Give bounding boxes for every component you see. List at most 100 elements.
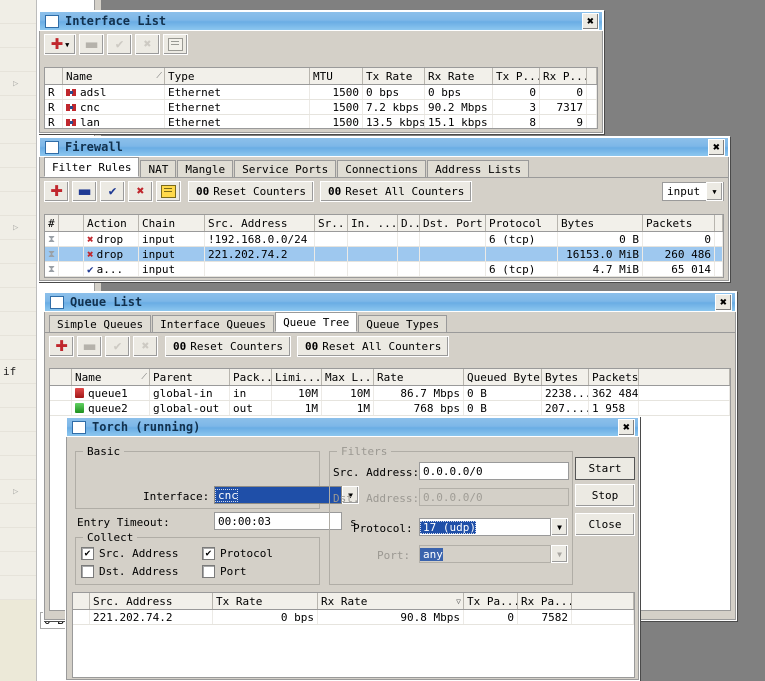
entry-timeout-input[interactable]: 00:00:03 bbox=[214, 512, 342, 530]
remove-interface-button[interactable]: ▬ bbox=[79, 34, 104, 55]
sidebar-item[interactable] bbox=[0, 192, 36, 216]
sidebar-item[interactable] bbox=[0, 120, 36, 144]
col-queued-bytes[interactable]: Queued Bytes bbox=[464, 369, 542, 385]
sidebar-item[interactable]: ▷ bbox=[0, 216, 36, 240]
collect-protocol-checkbox[interactable]: ✔ Protocol bbox=[202, 547, 273, 560]
collect-port-checkbox[interactable]: Port bbox=[202, 565, 247, 578]
sidebar-item[interactable] bbox=[0, 576, 36, 600]
disable-interface-button[interactable]: ✖ bbox=[135, 34, 160, 55]
sidebar-item[interactable] bbox=[0, 384, 36, 408]
col-rx-rate[interactable]: Rx Rate bbox=[425, 68, 493, 84]
comment-interface-button[interactable] bbox=[163, 34, 188, 55]
sidebar-item[interactable] bbox=[0, 408, 36, 432]
enable-rule-button[interactable]: ✔ bbox=[100, 181, 125, 202]
table-row[interactable]: ⧗ ✔ a... input 6 (tcp) 4.7 MiB 65 014 bbox=[45, 262, 723, 277]
firewall-titlebar[interactable]: Firewall ✖ bbox=[39, 137, 729, 157]
col-src-address[interactable]: Src. Address bbox=[205, 215, 315, 231]
col-rx-packets[interactable]: Rx P... bbox=[540, 68, 587, 84]
tab-connections[interactable]: Connections bbox=[337, 160, 427, 177]
col-dst-address[interactable]: D.. bbox=[398, 215, 420, 231]
sidebar-item[interactable] bbox=[0, 456, 36, 480]
col-rate[interactable]: Rate bbox=[374, 369, 464, 385]
close-icon[interactable]: ✖ bbox=[582, 12, 599, 30]
table-row[interactable]: queue2 global-out out 1M 1M 768 bps 0 B … bbox=[50, 401, 730, 416]
col-type[interactable]: Type bbox=[165, 68, 310, 84]
col-bytes[interactable]: Bytes bbox=[558, 215, 643, 231]
start-button[interactable]: Start bbox=[575, 457, 635, 480]
sidebar-item[interactable]: ▷ bbox=[0, 72, 36, 96]
col-limit-at[interactable]: Limi... bbox=[272, 369, 322, 385]
table-row[interactable]: ⧗ ✖ drop input !192.168.0.0/24 6 (tcp) 0… bbox=[45, 232, 723, 247]
reset-counters-button[interactable]: 00 Reset Counters bbox=[188, 181, 314, 202]
col-mtu[interactable]: MTU bbox=[310, 68, 363, 84]
stop-button[interactable]: Stop bbox=[575, 484, 635, 507]
col-gutter[interactable] bbox=[50, 369, 72, 385]
sidebar-item[interactable] bbox=[0, 96, 36, 120]
sidebar-item[interactable] bbox=[0, 552, 36, 576]
tab-nat[interactable]: NAT bbox=[140, 160, 177, 177]
add-interface-button[interactable]: ✚ ▼ bbox=[44, 34, 76, 55]
close-button[interactable]: Close bbox=[575, 513, 635, 536]
sidebar-item[interactable] bbox=[0, 336, 36, 360]
col-flags[interactable] bbox=[45, 68, 63, 84]
reset-all-counters-button[interactable]: 00 Reset All Counters bbox=[296, 336, 450, 357]
col-tx-packets[interactable]: Tx Pa... bbox=[464, 593, 518, 609]
sidebar-item[interactable] bbox=[0, 168, 36, 192]
comment-rule-button[interactable] bbox=[156, 181, 181, 202]
disable-queue-button[interactable]: ✖ bbox=[133, 336, 158, 357]
tab-interface-queues[interactable]: Interface Queues bbox=[152, 315, 275, 332]
add-rule-button[interactable]: ✚ bbox=[44, 181, 69, 202]
tab-queue-tree[interactable]: Queue Tree bbox=[275, 312, 358, 332]
col-extra[interactable] bbox=[715, 215, 723, 231]
tab-mangle[interactable]: Mangle bbox=[177, 160, 234, 177]
close-icon[interactable]: ✖ bbox=[708, 138, 725, 156]
table-row[interactable]: ⧗ ✖ drop input 221.202.74.2 16153.0 MiB … bbox=[45, 247, 723, 262]
sidebar-item[interactable] bbox=[0, 0, 36, 24]
col-bytes[interactable]: Bytes bbox=[542, 369, 589, 385]
col-dst-port[interactable]: Dst. Port bbox=[420, 215, 486, 231]
col-name[interactable]: Name ⟋ bbox=[63, 68, 165, 84]
remove-rule-button[interactable]: ▬ bbox=[72, 181, 97, 202]
tab-queue-types[interactable]: Queue Types bbox=[358, 315, 448, 332]
close-icon[interactable]: ✖ bbox=[715, 293, 732, 311]
sidebar-item[interactable] bbox=[0, 528, 36, 552]
sidebar-item[interactable] bbox=[0, 264, 36, 288]
col-gutter[interactable] bbox=[73, 593, 90, 609]
chain-filter-dropdown[interactable]: input ▼ bbox=[662, 182, 724, 201]
collect-src-address-checkbox[interactable]: ✔ Src. Address bbox=[81, 547, 178, 560]
col-extra[interactable] bbox=[587, 68, 597, 84]
col-tx-packets[interactable]: Tx P... bbox=[493, 68, 540, 84]
sidebar-item[interactable] bbox=[0, 48, 36, 72]
col-name[interactable]: Name ⟋ bbox=[72, 369, 150, 385]
col-rx-rate[interactable]: Rx Rate ▽ bbox=[318, 593, 464, 609]
enable-queue-button[interactable]: ✔ bbox=[105, 336, 130, 357]
col-parent[interactable]: Parent bbox=[150, 369, 230, 385]
sidebar-item[interactable] bbox=[0, 432, 36, 456]
col-packets[interactable]: Packets bbox=[643, 215, 715, 231]
table-row[interactable]: R lan Ethernet 1500 13.5 kbps 15.1 kbps … bbox=[45, 115, 597, 128]
sidebar-item[interactable] bbox=[0, 288, 36, 312]
sidebar-item[interactable] bbox=[0, 24, 36, 48]
tab-address-lists[interactable]: Address Lists bbox=[427, 160, 530, 177]
add-queue-button[interactable]: ✚ bbox=[49, 336, 74, 357]
sidebar-item[interactable] bbox=[0, 504, 36, 528]
col-tx-rate[interactable]: Tx Rate bbox=[213, 593, 318, 609]
sidebar-item[interactable] bbox=[0, 312, 36, 336]
table-row[interactable]: 221.202.74.2 0 bps 90.8 Mbps 0 7582 bbox=[73, 610, 634, 625]
table-row[interactable]: queue1 global-in in 10M 10M 86.7 Mbps 0 … bbox=[50, 386, 730, 401]
col-max-limit[interactable]: Max L... bbox=[322, 369, 374, 385]
col-src-port[interactable]: Sr... bbox=[315, 215, 348, 231]
tab-simple-queues[interactable]: Simple Queues bbox=[49, 315, 152, 332]
protocol-select[interactable]: 17 (udp) bbox=[419, 518, 551, 536]
col-rx-packets[interactable]: Rx Pa... bbox=[518, 593, 572, 609]
sidebar-item[interactable]: ▷ bbox=[0, 480, 36, 504]
interface-list-titlebar[interactable]: Interface List ✖ bbox=[39, 11, 603, 31]
disable-rule-button[interactable]: ✖ bbox=[128, 181, 153, 202]
close-icon[interactable]: ✖ bbox=[618, 418, 635, 436]
table-row[interactable]: R adsl Ethernet 1500 0 bps 0 bps 0 0 bbox=[45, 85, 597, 100]
col-chain[interactable]: Chain bbox=[139, 215, 205, 231]
sidebar-menu-list[interactable]: ▷ ▷ if ▷ bbox=[0, 0, 36, 681]
interface-select[interactable]: cnc bbox=[214, 486, 342, 504]
torch-titlebar[interactable]: Torch (running) ✖ bbox=[66, 417, 639, 437]
col-packets[interactable]: Packets bbox=[589, 369, 639, 385]
